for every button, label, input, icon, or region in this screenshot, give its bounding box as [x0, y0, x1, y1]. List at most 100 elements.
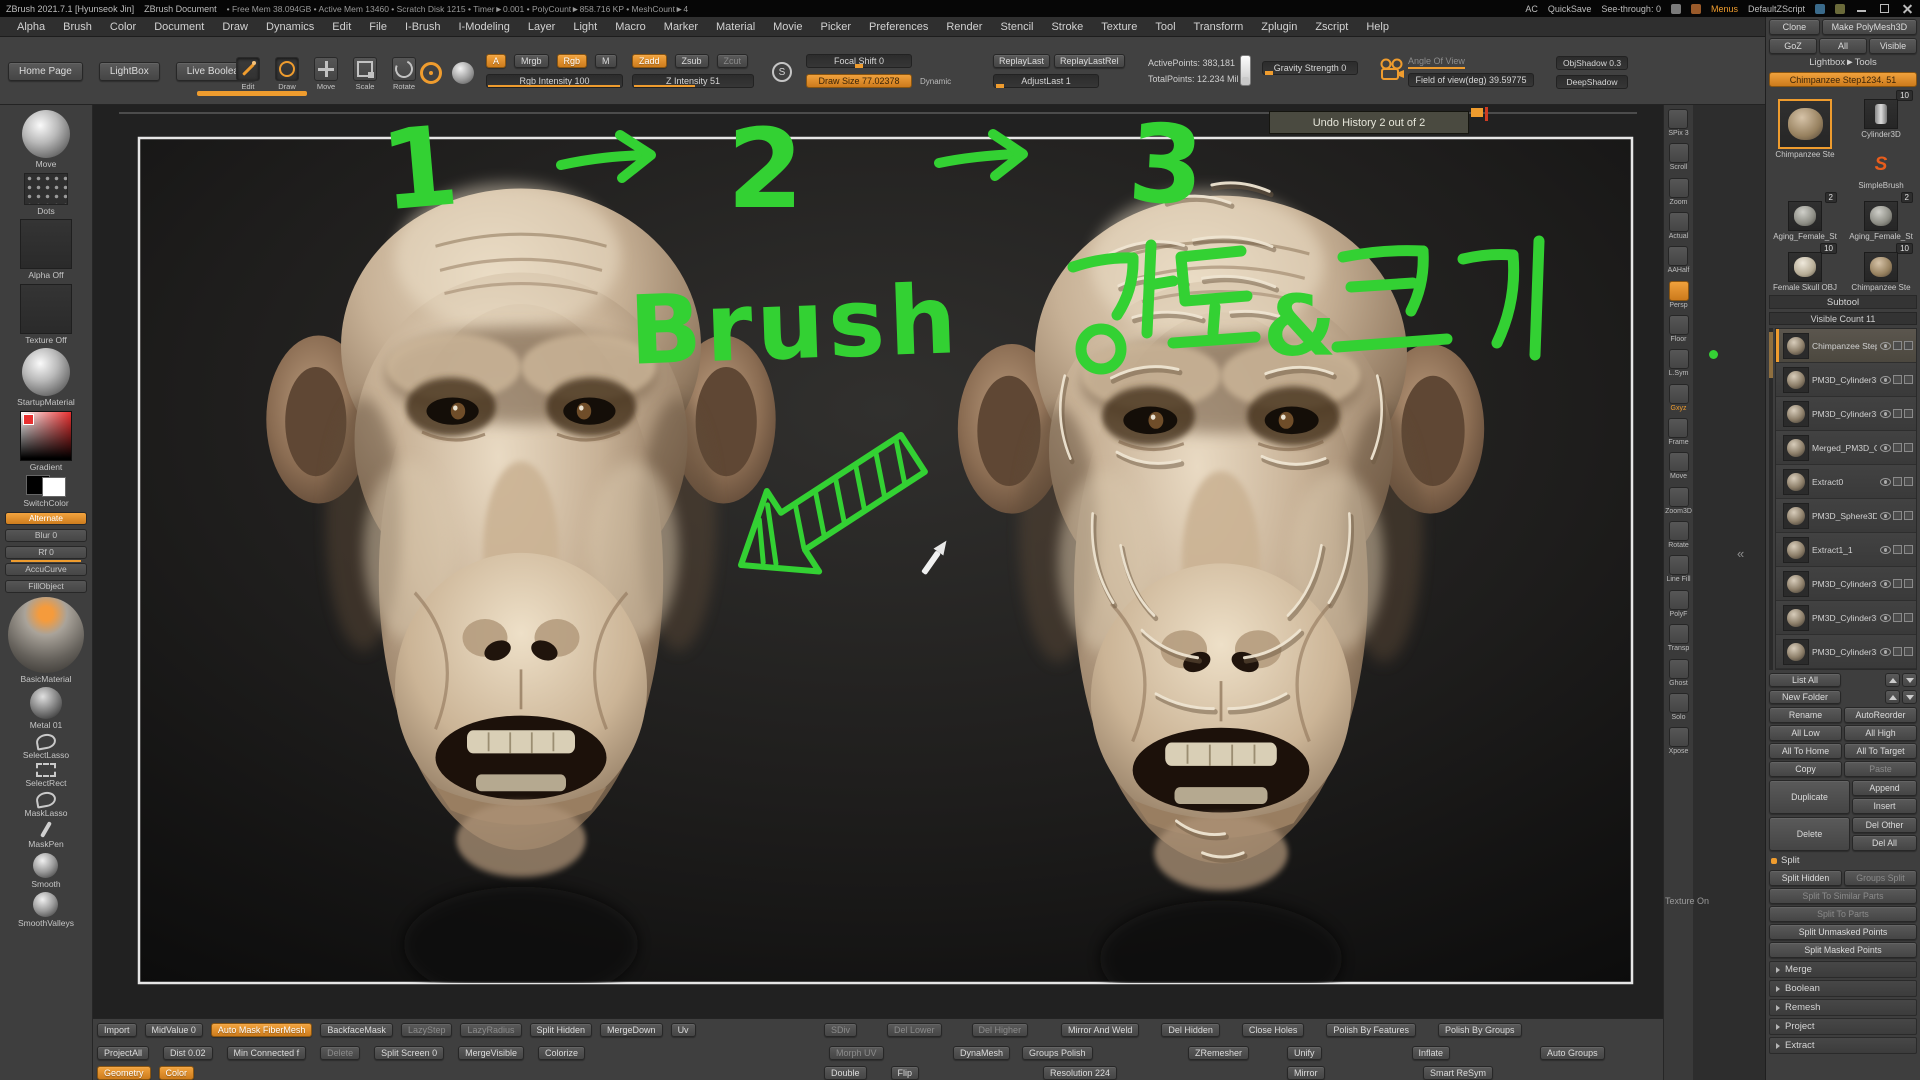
ac-label[interactable]: AC — [1525, 4, 1538, 14]
project-button[interactable]: Split Screen 0 — [374, 1046, 444, 1060]
menu-item[interactable]: Transform — [1185, 19, 1253, 35]
menu-item[interactable]: I-Modeling — [449, 19, 518, 35]
right-shelf-button[interactable]: Actual — [1669, 212, 1689, 240]
split-action-button[interactable]: Split Unmasked Points — [1769, 924, 1917, 940]
geometry-button[interactable]: Split Hidden — [530, 1023, 593, 1037]
subtool-scrollbar[interactable] — [1769, 328, 1773, 670]
new-folder-button[interactable]: New Folder — [1769, 690, 1841, 704]
sidebar-item[interactable]: StartupMaterial — [17, 348, 75, 407]
polypaint-icon[interactable] — [1893, 341, 1902, 350]
config-icon[interactable] — [1835, 4, 1845, 14]
menu-item[interactable]: Dynamics — [257, 19, 323, 35]
polypaint-icon[interactable] — [1893, 579, 1902, 588]
tool-item[interactable]: 10 Chimpanzee Ste — [1845, 243, 1917, 292]
sidebar-item[interactable]: Metal 01 — [30, 687, 63, 730]
right-shelf-button[interactable]: PolyF — [1669, 590, 1689, 618]
menu-item[interactable]: Zplugin — [1252, 19, 1306, 35]
split-action-button[interactable]: Groups Split — [1844, 870, 1917, 886]
draw-size-slider[interactable]: Draw Size 77.02378 — [806, 74, 912, 88]
right-shelf-button[interactable]: Move — [1669, 452, 1689, 480]
subtool-row[interactable]: PM3D_Cylinder3D4 — [1776, 601, 1916, 635]
menu-item[interactable]: Movie — [764, 19, 811, 35]
sidebar-item[interactable]: Rf 0 — [5, 546, 87, 559]
geometry-button[interactable]: Uv — [671, 1023, 696, 1037]
sidebar-item[interactable]: MaskLasso — [25, 792, 68, 818]
lightbox-drag-bar[interactable] — [197, 91, 307, 96]
color-mode-button[interactable]: A — [486, 54, 506, 68]
duplicate-button[interactable]: Duplicate — [1769, 780, 1850, 814]
tool-item[interactable]: 2 Aging_Female_St — [1769, 192, 1841, 241]
subtool-row[interactable]: PM3D_Sphere3D1 — [1776, 499, 1916, 533]
sidebar-item[interactable]: BasicMaterial — [8, 597, 84, 684]
texture-on-label[interactable]: Texture On — [1665, 896, 1709, 906]
split-action-button[interactable]: Split To Similar Parts — [1769, 888, 1917, 904]
menu-item[interactable]: Edit — [323, 19, 360, 35]
menu-item[interactable]: Draw — [213, 19, 257, 35]
right-shelf-button[interactable]: Zoom — [1669, 178, 1689, 206]
subtool-row[interactable]: Chimpanzee Step1234 — [1776, 329, 1916, 363]
subtool-action-button[interactable]: All High — [1844, 725, 1917, 741]
list-all-button[interactable]: List All — [1769, 673, 1841, 687]
subtool-up-icon[interactable] — [1885, 673, 1900, 687]
visible-count-slider[interactable]: Visible Count 11 — [1769, 312, 1917, 325]
menu-item[interactable]: Document — [145, 19, 213, 35]
stroke-sphere-icon[interactable] — [452, 62, 474, 84]
pressure-tube-icon[interactable] — [1240, 55, 1251, 86]
geometry-button[interactable]: MidValue 0 — [145, 1023, 203, 1037]
right-shelf-button[interactable]: L.Sym — [1669, 349, 1689, 377]
sidebar-item[interactable]: Texture Off — [20, 284, 72, 345]
lightbox-tools-header[interactable]: Lightbox►Tools — [1769, 57, 1917, 69]
resolution-slider[interactable]: Resolution 224 — [1043, 1066, 1117, 1080]
angle-of-view-label[interactable]: Angle Of View — [1408, 56, 1465, 69]
right-shelf-button[interactable]: Line Fill — [1666, 555, 1690, 583]
menu-item[interactable]: Material — [707, 19, 764, 35]
theme-icon[interactable] — [1815, 4, 1825, 14]
menu-item[interactable]: Stroke — [1042, 19, 1092, 35]
modify-topology-button[interactable]: Close Holes — [1242, 1023, 1305, 1037]
polypaint-icon[interactable] — [1893, 375, 1902, 384]
tool-item[interactable]: Chimpanzee Ste — [1769, 90, 1841, 190]
polypaint-icon[interactable] — [1893, 443, 1902, 452]
visibility-eye-icon[interactable] — [1880, 580, 1891, 588]
menu-item[interactable]: Picker — [811, 19, 860, 35]
sdiv-button[interactable]: Del Lower — [887, 1023, 942, 1037]
sidebar-item[interactable]: SelectRect — [25, 763, 66, 788]
right-shelf-button[interactable]: Floor — [1669, 315, 1689, 343]
geometry-button[interactable]: BackfaceMask — [320, 1023, 393, 1037]
append-button[interactable]: Append — [1852, 780, 1917, 796]
brush-ring-icon[interactable] — [420, 62, 442, 84]
modify-topology-button[interactable]: Polish By Groups — [1438, 1023, 1522, 1037]
palette-tab[interactable]: Geometry — [97, 1066, 151, 1080]
visibility-eye-icon[interactable] — [1880, 376, 1891, 384]
sidebar-item[interactable]: SmoothValleys — [18, 892, 74, 928]
menus-toggle[interactable]: Menus — [1711, 4, 1738, 14]
sidebar-item[interactable]: SelectLasso — [23, 734, 69, 760]
split-action-button[interactable]: Split Masked Points — [1769, 942, 1917, 958]
subtool-header[interactable]: Subtool — [1769, 295, 1917, 309]
subtool-row[interactable]: Extract0 — [1776, 465, 1916, 499]
make-polymesh3d-button[interactable]: Make PolyMesh3D — [1822, 19, 1917, 35]
menu-item[interactable]: Color — [101, 19, 145, 35]
project-button[interactable]: ProjectAll — [97, 1046, 149, 1060]
polypaint-icon[interactable] — [1893, 613, 1902, 622]
right-shelf-button[interactable]: Persp — [1669, 281, 1689, 309]
visibility-eye-icon[interactable] — [1880, 648, 1891, 656]
palette-tab[interactable]: Color — [159, 1066, 195, 1080]
del-other-button[interactable]: Del Other — [1852, 817, 1917, 833]
sidebar-item[interactable]: Alpha Off — [20, 219, 72, 280]
split-action-button[interactable]: Split Hidden — [1769, 870, 1842, 886]
zremesher-button[interactable]: ZRemesher — [1188, 1046, 1249, 1060]
menu-item[interactable]: Help — [1357, 19, 1398, 35]
subtool-row[interactable]: PM3D_Cylinder3D3_1 — [1776, 363, 1916, 397]
uv-icon[interactable] — [1904, 443, 1913, 452]
mirror-button[interactable]: Mirror — [1287, 1066, 1325, 1080]
goz-all-button[interactable]: All — [1819, 38, 1867, 54]
menu-item[interactable]: Zscript — [1306, 19, 1357, 35]
subtool-row[interactable]: Extract1_1 — [1776, 533, 1916, 567]
uv-icon[interactable] — [1904, 341, 1913, 350]
adjust-last-slider[interactable]: AdjustLast 1 — [993, 74, 1099, 88]
sidebar-item[interactable]: Move — [22, 110, 70, 169]
polypaint-icon[interactable] — [1893, 409, 1902, 418]
deformation-button[interactable]: Auto Groups — [1540, 1046, 1605, 1060]
visibility-eye-icon[interactable] — [1880, 342, 1891, 350]
